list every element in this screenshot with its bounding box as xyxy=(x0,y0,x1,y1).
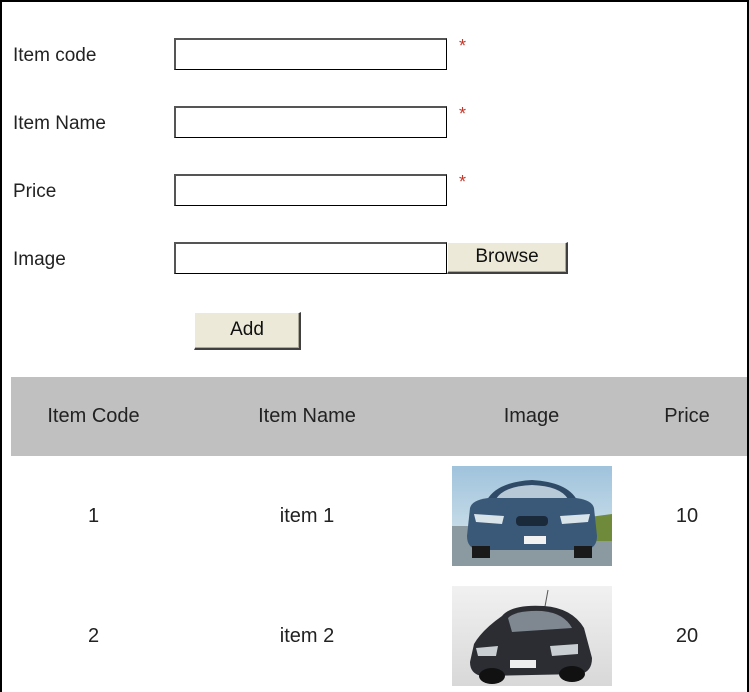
item-code-required-mark: * xyxy=(459,36,467,56)
item-code-row: Item code * xyxy=(2,36,747,74)
items-table: Item Code Item Name Image Price 1 item 1 xyxy=(11,377,747,692)
image-row: Image Browse xyxy=(2,242,747,278)
item-form-page: Item code * Item Name * Price * Image Br… xyxy=(0,0,749,692)
table-row: 1 item 1 10 xyxy=(11,456,747,576)
image-label: Image xyxy=(13,249,66,270)
header-item-name: Item Name xyxy=(176,377,438,456)
price-row: Price * xyxy=(2,172,747,210)
cell-item-name: item 1 xyxy=(279,504,335,527)
cell-image xyxy=(438,456,625,576)
item-code-label: Item code xyxy=(13,45,97,66)
cell-item-code: 2 xyxy=(87,624,100,647)
cell-item-name: item 2 xyxy=(279,624,335,647)
table-header-row: Item Code Item Name Image Price xyxy=(11,377,747,456)
table-row: 2 item 2 20 xyxy=(11,576,747,692)
cell-price: 20 xyxy=(675,624,699,647)
add-button[interactable]: Add xyxy=(194,312,301,350)
price-label: Price xyxy=(13,181,57,202)
item-code-input[interactable] xyxy=(174,38,447,70)
browse-button[interactable]: Browse xyxy=(447,242,568,274)
hatchback-car-thumbnail xyxy=(451,586,612,686)
item-name-input[interactable] xyxy=(174,106,447,138)
sedan-car-thumbnail xyxy=(451,466,612,566)
price-required-mark: * xyxy=(459,172,467,192)
image-file-path-field[interactable] xyxy=(174,242,447,274)
header-price: Price xyxy=(625,377,747,456)
header-image: Image xyxy=(438,377,625,456)
cell-image xyxy=(438,576,625,692)
item-name-row: Item Name * xyxy=(2,104,747,142)
item-name-label: Item Name xyxy=(13,113,106,134)
price-input[interactable] xyxy=(174,174,447,206)
header-item-code: Item Code xyxy=(11,377,176,456)
item-name-required-mark: * xyxy=(459,104,467,124)
cell-price: 10 xyxy=(675,504,699,527)
cell-item-code: 1 xyxy=(87,504,100,527)
